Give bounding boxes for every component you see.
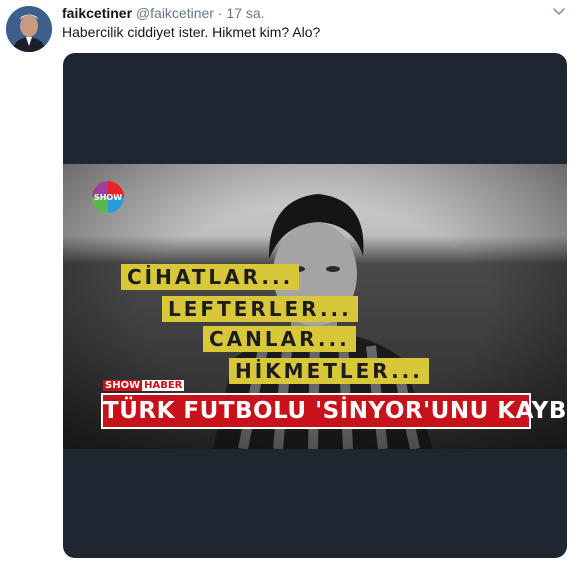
tag-haber: HABER	[142, 380, 185, 391]
avatar[interactable]	[6, 6, 52, 52]
show-logo-icon: SHOW	[92, 181, 124, 213]
svg-text:SHOW: SHOW	[94, 193, 122, 202]
show-haber-tag: SHOW HABER	[103, 379, 185, 392]
media-container[interactable]: SHOW CİHATLAR... LEFTERLER... CANLAR... …	[63, 53, 567, 558]
tweet-text: Habercilik ciddiyet ister. Hikmet kim? A…	[62, 24, 321, 40]
caption-line-3: CANLAR...	[203, 326, 356, 352]
display-name[interactable]: faikcetiner	[62, 5, 132, 21]
timestamp[interactable]: 17 sa.	[226, 5, 264, 21]
separator-dot: ·	[217, 5, 223, 21]
chevron-down-icon[interactable]	[551, 4, 567, 20]
tag-show: SHOW	[103, 380, 143, 391]
tweet-header: faikcetiner @faikcetiner · 17 sa.	[62, 5, 265, 21]
caption-line-4: HİKMETLER...	[229, 358, 429, 384]
headline-banner: TÜRK FUTBOLU 'SİNYOR'UNU KAYBETTİ!	[101, 393, 567, 429]
news-image: SHOW CİHATLAR... LEFTERLER... CANLAR... …	[63, 164, 567, 449]
caption-line-1: CİHATLAR...	[121, 264, 300, 290]
user-handle[interactable]: @faikcetiner	[136, 5, 214, 21]
caption-line-2: LEFTERLER...	[162, 296, 358, 322]
